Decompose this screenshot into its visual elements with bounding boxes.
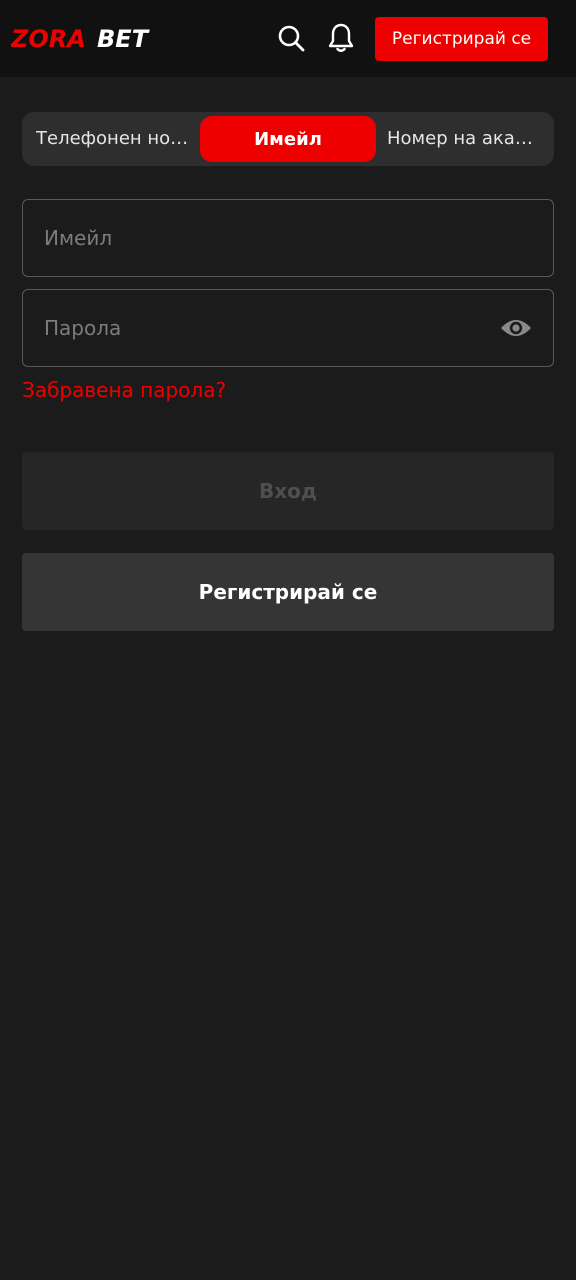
email-field-container	[22, 199, 554, 277]
logo-text-zora: ZORA	[11, 25, 86, 53]
login-button[interactable]: Вход	[22, 452, 554, 530]
eye-icon[interactable]	[499, 313, 533, 343]
zorabet-logo[interactable]: ZORA BET	[11, 22, 171, 54]
tab-account-number[interactable]: Номер на акаунт	[387, 116, 539, 162]
password-input[interactable]	[44, 290, 504, 366]
tab-phone-number[interactable]: Телефонен номер	[36, 116, 196, 162]
search-icon[interactable]	[275, 22, 307, 54]
header-register-button[interactable]: Регистрирай се	[375, 17, 548, 61]
forgot-password-link[interactable]: Забравена парола?	[22, 378, 226, 402]
tab-email[interactable]: Имейл	[200, 116, 376, 162]
password-field-container	[22, 289, 554, 367]
top-bar: ZORA BET Регистрирай се	[0, 0, 576, 77]
email-input[interactable]	[44, 200, 504, 276]
bell-icon[interactable]	[325, 22, 357, 54]
login-method-tabs: Телефонен номер Имейл Номер на акаунт	[22, 112, 554, 166]
logo-text-bet: BET	[97, 25, 150, 53]
register-button[interactable]: Регистрирай се	[22, 553, 554, 631]
